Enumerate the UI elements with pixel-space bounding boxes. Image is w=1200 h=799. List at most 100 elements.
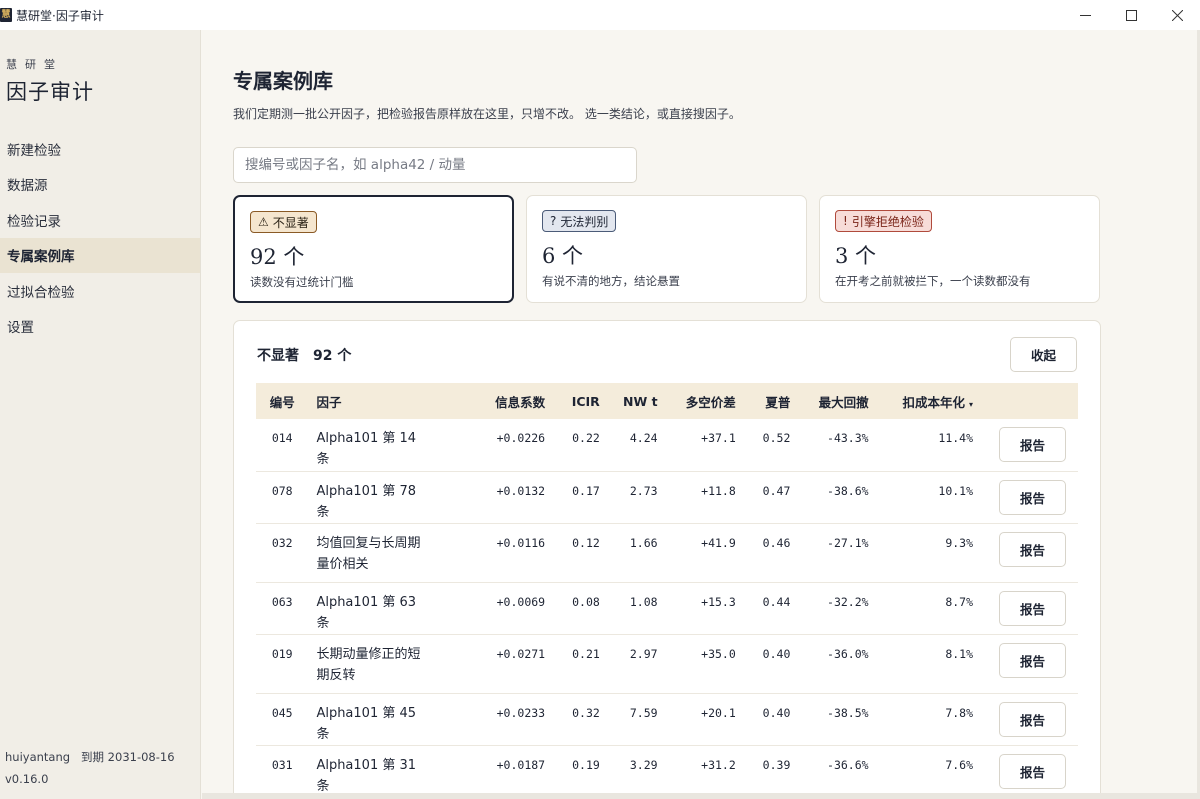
spread-value: +11.8 [701, 483, 736, 498]
row-actions: 报告 [981, 471, 1078, 523]
report-button[interactable]: 报告 [999, 642, 1066, 678]
ic-value: +0.0271 [496, 646, 546, 661]
col-max-drawdown[interactable]: 最大回撤 [798, 383, 876, 419]
col-nwt[interactable]: NW t [608, 383, 666, 419]
factor-id: 031 [271, 757, 293, 772]
col-sharpe[interactable]: 夏普 [744, 383, 799, 419]
report-button[interactable]: 报告 [999, 701, 1066, 737]
row-actions: 报告 [981, 582, 1078, 634]
search-input[interactable] [233, 147, 637, 183]
spread-value: +35.0 [701, 646, 736, 661]
row-actions: 报告 [981, 419, 1078, 471]
sidebar-item-new-test[interactable]: 新建检验 [0, 131, 200, 167]
sidebar-item-settings[interactable]: 设置 [0, 309, 200, 345]
table-row: 031 Alpha101 第 31 条 +0.0187 0.19 3.29 +31.2 0.… [256, 745, 1078, 797]
icir-value: 0.08 [572, 594, 600, 609]
report-button[interactable]: 报告 [999, 753, 1066, 789]
table-row: 078 Alpha101 第 78 条 +0.0132 0.17 2.73 +11.8 0.… [256, 471, 1078, 523]
sharpe-value: 0.40 [762, 705, 791, 720]
sidebar-item-case-library[interactable]: 专属案例库 [0, 237, 200, 273]
username: huiyantang [5, 750, 71, 764]
sharpe-value: 0.40 [762, 646, 791, 661]
sidebar-item-test-records[interactable]: 检验记录 [0, 202, 200, 238]
sharpe-value: 0.39 [762, 757, 791, 772]
report-button[interactable]: 报告 [999, 427, 1066, 462]
factor-id: 078 [271, 483, 293, 498]
card-note: 有说不清的地方，结论悬置 [542, 274, 680, 288]
icir-value: 0.12 [572, 535, 600, 550]
ic-value: +0.0116 [496, 535, 546, 550]
row-actions: 报告 [981, 634, 1078, 693]
sharpe-value: 0.46 [762, 535, 791, 550]
sharpe-value: 0.44 [762, 594, 791, 609]
factor-id: 063 [271, 594, 293, 609]
spread-value: +31.2 [701, 757, 736, 772]
window-controls [1062, 0, 1200, 30]
table-body: 014 Alpha101 第 14 条 +0.0226 0.22 4.24 +37.1 0.… [256, 419, 1078, 797]
factor-name: 均值回复与长周期量价相关 [316, 535, 421, 572]
table-row: 014 Alpha101 第 14 条 +0.0226 0.22 4.24 +37.1 0.… [256, 419, 1078, 471]
results-panel: 不显著 92 个 收起 编号 因子 信息系数 ICIR NW t 多空价差 夏普 … [233, 320, 1101, 799]
max-drawdown-value: -36.0% [827, 646, 869, 661]
max-drawdown-value: -38.6% [827, 483, 869, 498]
collapse-button[interactable]: 收起 [1010, 337, 1077, 372]
col-net-annual-return[interactable]: 扣成本年化 ▾ [877, 383, 981, 419]
spread-value: +20.1 [701, 705, 736, 720]
net-annual-return-value: 11.4% [938, 431, 974, 445]
maximize-icon[interactable] [1108, 0, 1154, 30]
ic-value: +0.0132 [496, 483, 546, 498]
card-count: 3 个 [835, 244, 877, 268]
close-icon[interactable] [1154, 0, 1200, 30]
card-not-significant[interactable]: ⚠ 不显著 92 个 读数没有过统计门槛 [233, 195, 514, 303]
report-button[interactable]: 报告 [999, 531, 1066, 567]
card-count: 92 个 [250, 245, 305, 269]
ic-value: +0.0233 [496, 705, 546, 720]
badge-label: 不显著 [272, 215, 309, 230]
table-row: 019 长期动量修正的短期反转 +0.0271 0.21 2.97 +35.0 0.40 -3… [256, 634, 1078, 693]
spread-value: +41.9 [701, 535, 736, 550]
nwt-value: 2.97 [629, 646, 658, 661]
report-button[interactable]: 报告 [999, 479, 1066, 515]
report-button[interactable]: 报告 [999, 590, 1066, 626]
card-note: 在开考之前就被拦下，一个读数都没有 [835, 274, 1031, 288]
status-badge: ! 引擎拒绝检验 [835, 210, 932, 232]
table-header: 编号 因子 信息系数 ICIR NW t 多空价差 夏普 最大回撤 扣成本年化 ▾ [256, 383, 1078, 419]
ic-value: +0.0226 [496, 431, 546, 445]
col-id[interactable]: 编号 [256, 383, 308, 419]
factor-name: Alpha101 第 63 条 [316, 594, 417, 631]
col-factor[interactable]: 因子 [308, 383, 438, 419]
main-content: 专属案例库 我们定期测一批公开因子，把检验报告原样放在这里，只增不改。 选一类结… [202, 30, 1198, 799]
spread-value: +37.1 [701, 431, 736, 445]
ic-value: +0.0187 [496, 757, 546, 772]
factor-name: Alpha101 第 78 条 [316, 483, 417, 520]
sidebar-item-data-source[interactable]: 数据源 [0, 167, 200, 203]
net-annual-return-value: 8.7% [945, 594, 974, 609]
sidebar-item-overfit-test[interactable]: 过拟合检验 [0, 273, 200, 309]
minimize-icon[interactable] [1062, 0, 1108, 30]
sharpe-value: 0.47 [762, 483, 791, 498]
nwt-value: 7.59 [629, 705, 658, 720]
col-ic[interactable]: 信息系数 [438, 383, 553, 419]
category-cards: ⚠ 不显著 92 个 读数没有过统计门槛 ? 无法判别 6 个 有说不清的地方，… [233, 195, 1101, 303]
page-description: 我们定期测一批公开因子，把检验报告原样放在这里，只增不改。 选一类结论，或直接搜… [233, 107, 741, 121]
card-indeterminate[interactable]: ? 无法判别 6 个 有说不清的地方，结论悬置 [526, 195, 807, 303]
panel-count: 92 个 [313, 348, 352, 364]
max-drawdown-value: -27.1% [827, 535, 869, 550]
title-bar: 慧 慧研堂·因子审计 [0, 0, 1200, 30]
table-row: 045 Alpha101 第 45 条 +0.0233 0.32 7.59 +20.1 0.… [256, 693, 1078, 745]
col-spread[interactable]: 多空价差 [666, 383, 744, 419]
card-count: 6 个 [542, 244, 584, 268]
factor-id: 014 [271, 431, 293, 445]
app-logo-icon: 慧 [0, 8, 12, 22]
net-annual-return-value: 8.1% [945, 646, 974, 661]
ic-value: +0.0069 [496, 594, 546, 609]
page-title: 专属案例库 [233, 69, 333, 93]
expiry-date: 到期 2031-08-16 [81, 750, 175, 764]
sort-desc-icon: ▾ [969, 399, 974, 409]
icir-value: 0.22 [572, 431, 600, 445]
col-icir[interactable]: ICIR [553, 383, 608, 419]
badge-label: 引擎拒绝检验 [851, 214, 924, 229]
factor-name: Alpha101 第 45 条 [316, 705, 417, 742]
card-engine-rejected[interactable]: ! 引擎拒绝检验 3 个 在开考之前就被拦下，一个读数都没有 [819, 195, 1100, 303]
horizontal-scrollbar[interactable] [202, 793, 1200, 799]
